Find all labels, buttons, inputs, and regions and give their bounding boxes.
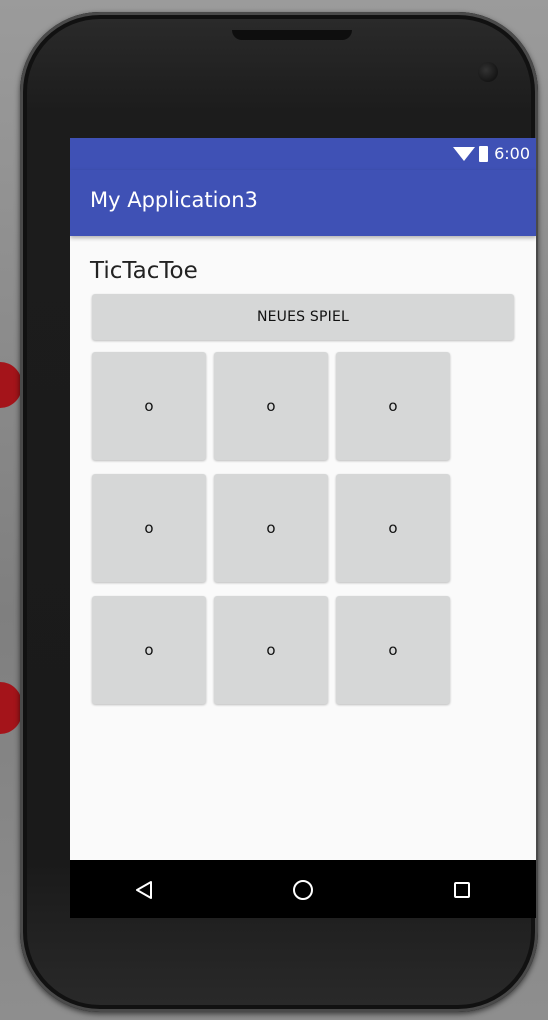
phone-screen: 6:00 My Application3 TicTacToe NEUES SPI…: [70, 138, 536, 918]
back-triangle-icon: [136, 881, 152, 899]
board-cell-9[interactable]: o: [336, 596, 450, 704]
new-game-button[interactable]: NEUES SPIEL: [92, 294, 514, 340]
board-cell-2[interactable]: o: [214, 352, 328, 460]
home-button[interactable]: [287, 874, 319, 906]
battery-icon: [479, 145, 489, 162]
status-time: 6:00: [494, 144, 530, 163]
home-circle-icon: [293, 880, 313, 900]
board-cell-5[interactable]: o: [214, 474, 328, 582]
recent-apps-square-icon: [454, 882, 470, 898]
app-title: My Application3: [90, 188, 258, 212]
front-camera-icon: [478, 62, 498, 82]
app-bar: My Application3: [70, 170, 536, 236]
phone-frame: 6:00 My Application3 TicTacToe NEUES SPI…: [20, 12, 538, 1012]
board-cell-4[interactable]: o: [92, 474, 206, 582]
status-icons: 6:00: [453, 144, 530, 163]
wifi-icon: [453, 146, 476, 161]
navigation-bar: [70, 860, 536, 918]
board-cell-8[interactable]: o: [214, 596, 328, 704]
board-cell-6[interactable]: o: [336, 474, 450, 582]
tictactoe-board: o o o o o o o o o: [92, 352, 450, 704]
recent-apps-button[interactable]: [446, 874, 478, 906]
board-cell-7[interactable]: o: [92, 596, 206, 704]
page-title: TicTacToe: [90, 258, 198, 284]
board-cell-1[interactable]: o: [92, 352, 206, 460]
back-button[interactable]: [128, 874, 160, 906]
board-cell-3[interactable]: o: [336, 352, 450, 460]
status-bar: 6:00: [70, 138, 536, 170]
earpiece-speaker: [232, 30, 352, 40]
